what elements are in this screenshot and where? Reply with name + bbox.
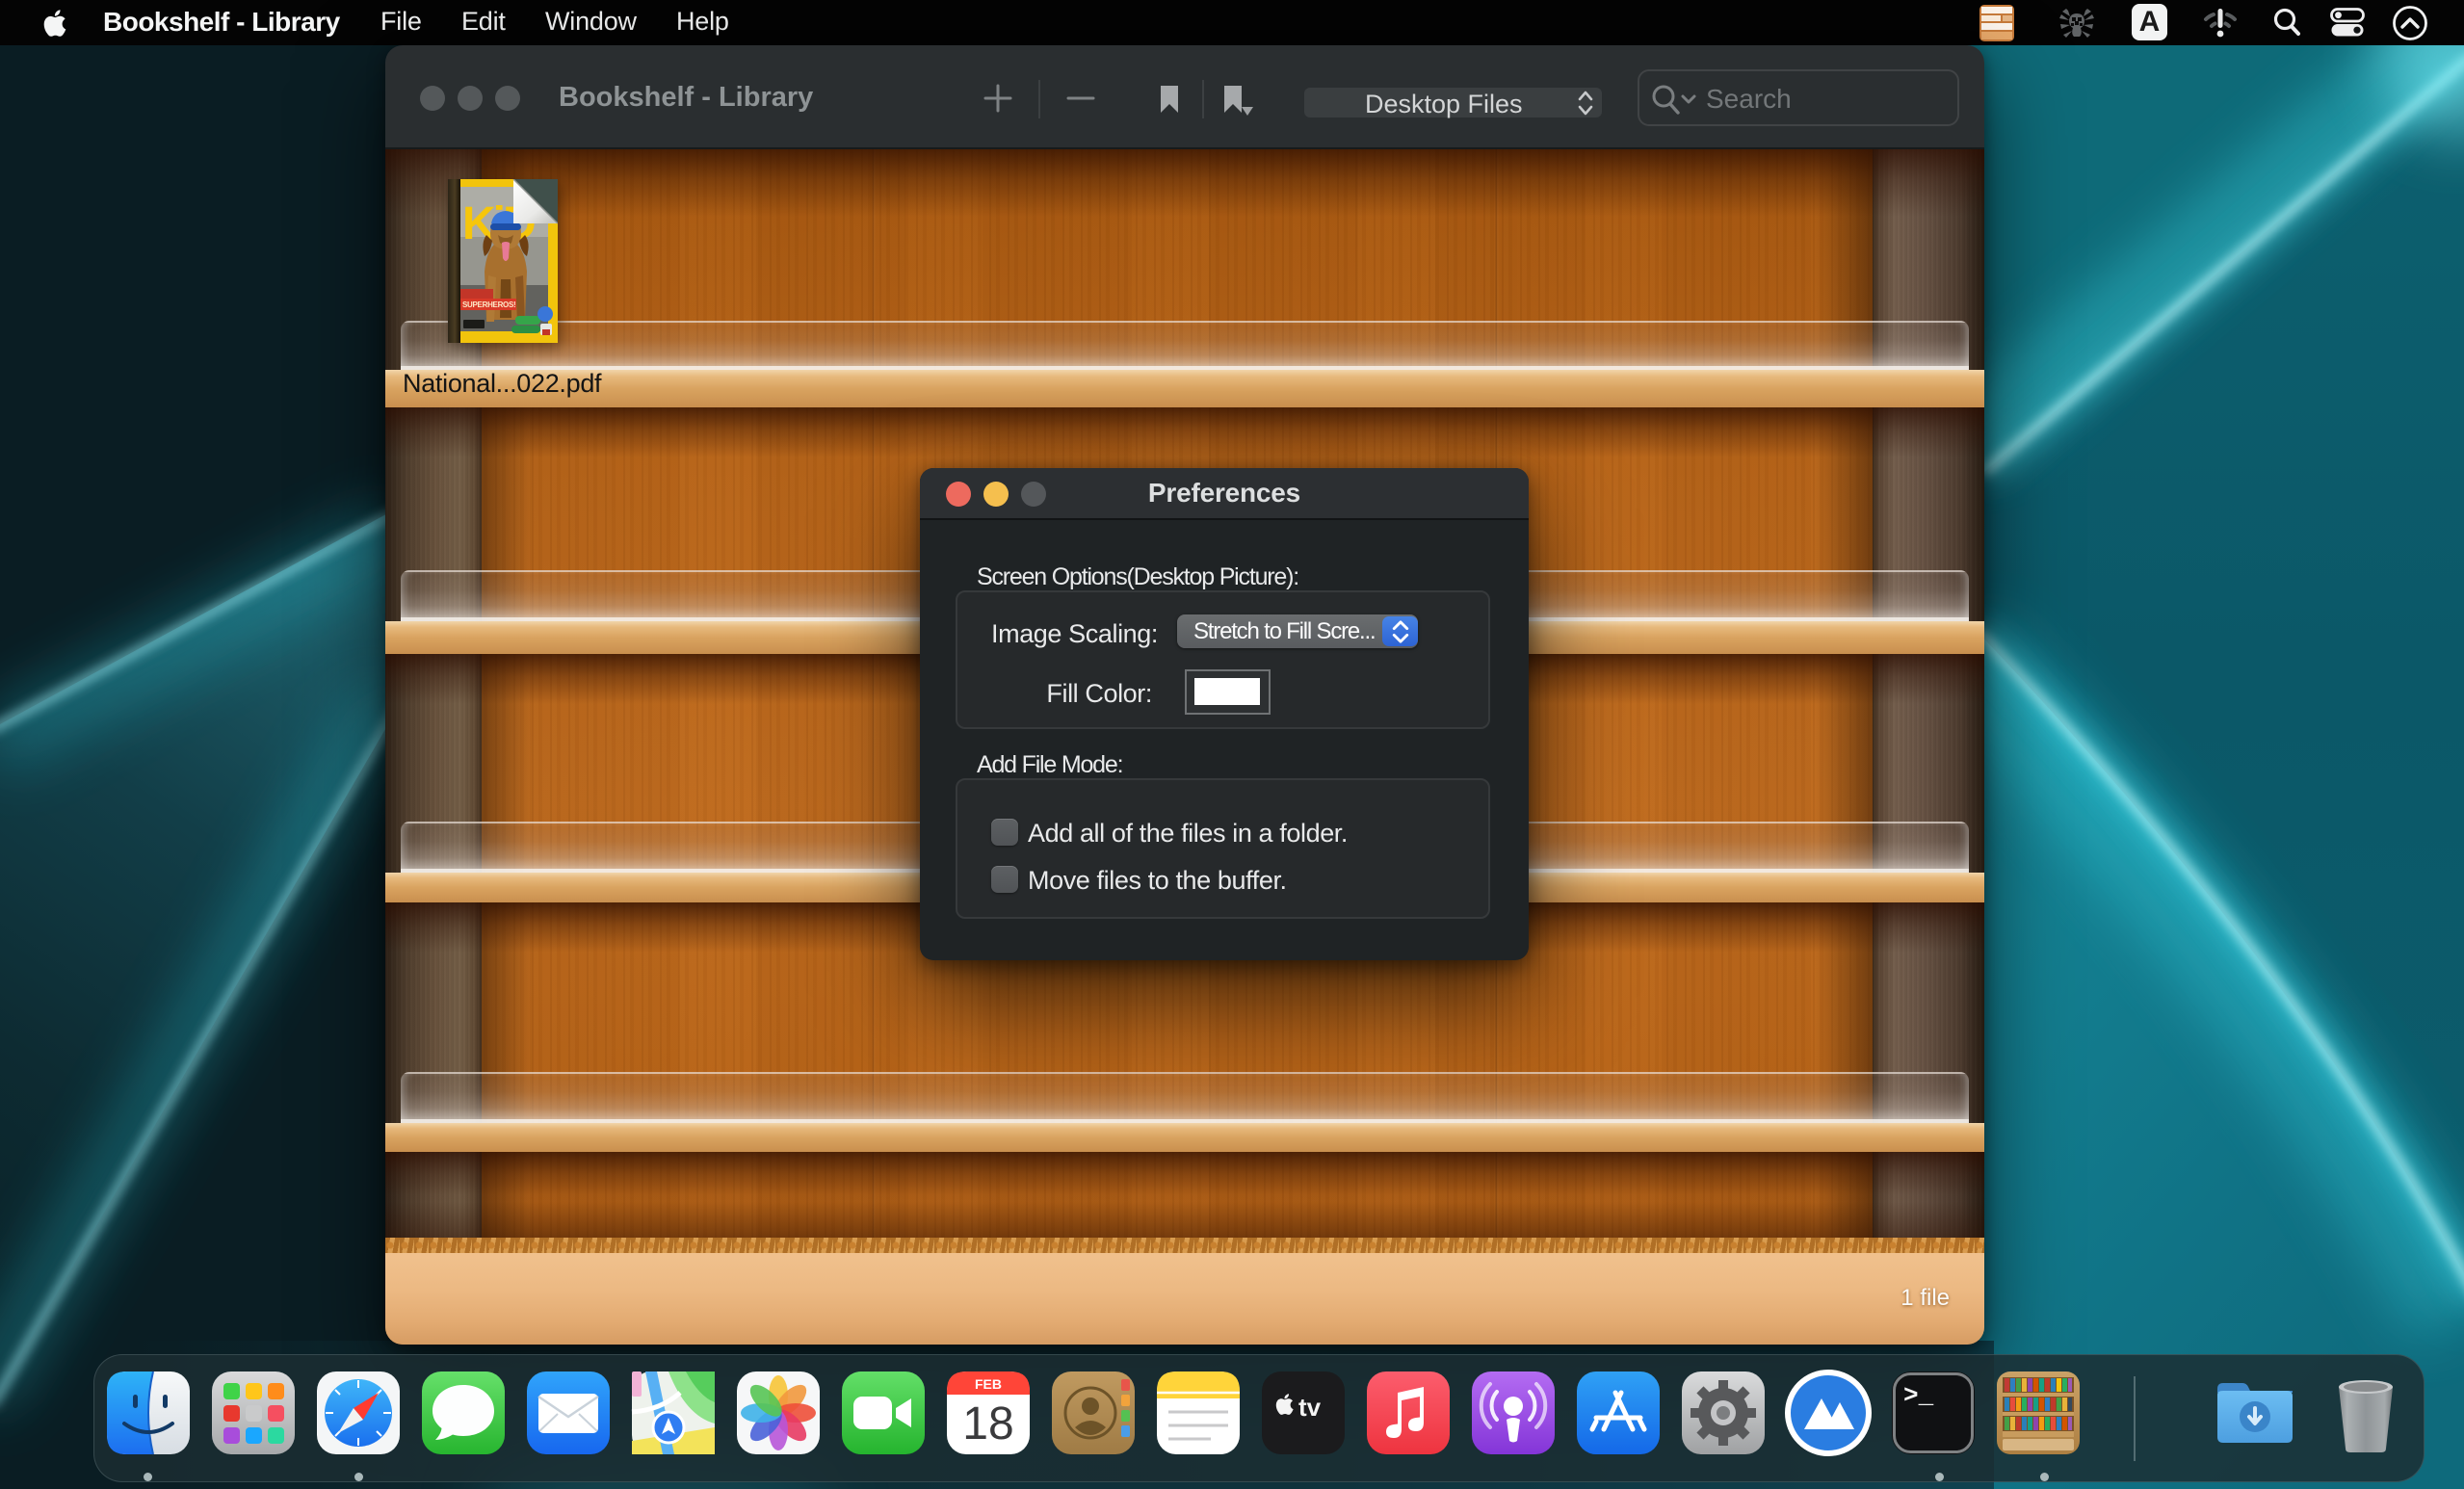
svg-text:tv: tv [1298,1393,1322,1422]
svg-text:SUPERHEROS!: SUPERHEROS! [462,300,515,309]
svg-text:>_: >_ [1903,1381,1934,1410]
svg-text:FEB: FEB [975,1376,1002,1392]
svg-text:18: 18 [962,1398,1013,1450]
